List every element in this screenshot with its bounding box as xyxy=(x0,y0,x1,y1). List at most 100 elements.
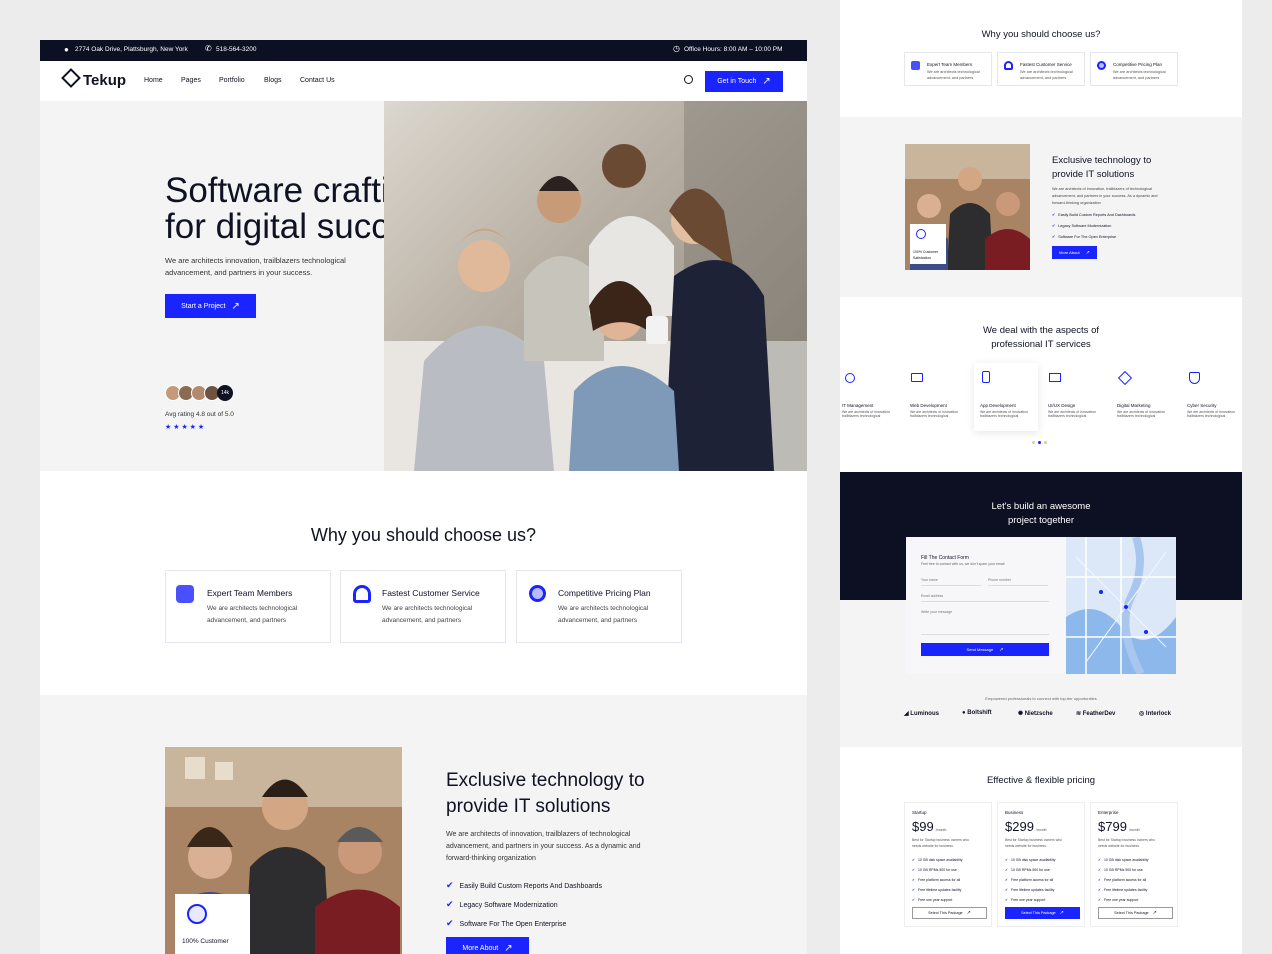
pricing-feature: ✔ Free lifetime updates facility xyxy=(912,888,961,892)
service-card-active[interactable]: App Development We are architects of inn… xyxy=(974,363,1038,431)
service-desc: We are architects of innovation trailbla… xyxy=(1117,410,1165,418)
service-card[interactable]: IT Management We are architects of innov… xyxy=(840,365,902,429)
choose-title-small: Why you should choose us? xyxy=(981,29,1101,40)
plan-name: Startup xyxy=(912,810,927,815)
nav-blogs[interactable]: Blogs xyxy=(264,77,282,84)
choose-section-small: Why you should choose us? Expert Team Me… xyxy=(840,0,1242,117)
service-desc: We are architects of innovation trailbla… xyxy=(1048,410,1096,418)
left-page: ● 2774 Oak Drive, Plattsburgh, New York … xyxy=(40,40,807,954)
get-in-touch-label: Get in Touch xyxy=(717,78,757,85)
choose-card[interactable]: Fastest Customer Service We are architec… xyxy=(340,570,506,643)
about-bullet-small: ✔ Legacy Software Modernization xyxy=(1052,223,1111,228)
select-package-button[interactable]: Select This Package ↗ xyxy=(1098,907,1173,919)
carousel-dot[interactable] xyxy=(1044,441,1047,444)
feature-text: 10 GB RPMs 500 for use xyxy=(1103,868,1143,872)
pricing-section: Effective & flexible pricing Startup $99… xyxy=(840,747,1242,954)
card-title: Fastest Customer Service xyxy=(382,588,480,598)
team-icon xyxy=(911,61,920,70)
bullet-text: Legacy Software Modernization xyxy=(1058,224,1112,228)
service-card[interactable]: Cyber Security We are architects of inno… xyxy=(1185,365,1242,429)
about-section-small: 100% Customer Satisfaction Exclusive tec… xyxy=(840,117,1242,297)
select-package-button[interactable]: Select This Package ↗ xyxy=(1005,907,1080,919)
nav-home[interactable]: Home xyxy=(144,77,163,84)
logo-text[interactable]: Tekup xyxy=(83,72,126,89)
nav-portfolio[interactable]: Portfolio xyxy=(219,77,245,84)
contact-form: Fill The Contact Form Feel free to conta… xyxy=(906,537,1066,674)
service-card[interactable]: Web Development We are architects of inn… xyxy=(908,365,970,429)
pricing-card: Startup $99/month Best for Startup busin… xyxy=(904,802,992,927)
pricing-feature: ✔ Free lifetime updates facility xyxy=(1005,888,1054,892)
feature-text: Free platform access for all xyxy=(1103,878,1147,882)
carousel-dot-active[interactable] xyxy=(1038,441,1041,444)
card-desc: advancement, and partners xyxy=(207,617,287,624)
check-icon: ✔ xyxy=(1052,235,1056,239)
feature-text: 10 GB disk space availability xyxy=(1010,858,1056,862)
bullet-text: Legacy Software Modernization xyxy=(459,902,558,909)
check-icon: ✔ xyxy=(1005,898,1008,902)
price-icon xyxy=(1097,61,1106,70)
feature-text: Free one year support xyxy=(1010,898,1046,902)
carousel-dot[interactable] xyxy=(1032,441,1035,444)
choose-card-small[interactable]: Expert Team Members We are architects te… xyxy=(904,52,992,86)
start-project-button[interactable]: Start a Project ↗ xyxy=(165,294,256,318)
service-name: App Development xyxy=(980,403,1016,408)
card-desc: We are architects technological xyxy=(382,605,473,612)
form-subtitle: Feel free to contact with us, we don't s… xyxy=(921,562,1005,566)
map-illustration xyxy=(1066,537,1176,674)
more-about-button-small[interactable]: More About ↗ xyxy=(1052,246,1097,259)
partner-logo: ≋ FeatherDev xyxy=(1076,710,1115,717)
nav-pages[interactable]: Pages xyxy=(181,77,201,84)
bullet-text: Software For The Open Enterprise xyxy=(1058,235,1117,239)
service-desc: We are architects of innovation trailbla… xyxy=(1187,410,1235,418)
pricing-feature: ✔ 10 GB RPMs 500 for use xyxy=(1098,868,1143,872)
plan-price: $799/month xyxy=(1098,818,1140,836)
about-title-1: Exclusive technology to xyxy=(446,770,645,791)
check-icon: ✔ xyxy=(446,880,454,890)
name-field[interactable]: Your name xyxy=(921,578,981,586)
email-field[interactable]: Email address xyxy=(921,594,1049,602)
card-desc: We are architects technological xyxy=(927,70,980,74)
send-message-button[interactable]: Send Message ↗ xyxy=(921,643,1049,656)
design-icon xyxy=(1049,373,1061,382)
about-title-small: Exclusive technology to xyxy=(1052,155,1152,166)
choose-title: Why you should choose us? xyxy=(310,525,537,545)
message-field[interactable]: Write your message xyxy=(921,610,1049,635)
more-about-button[interactable]: More About ↗ xyxy=(446,937,529,954)
carousel-dots[interactable] xyxy=(1032,441,1052,445)
web-icon xyxy=(911,373,923,382)
choose-card[interactable]: Expert Team Members We are architects te… xyxy=(165,570,331,643)
choose-card[interactable]: Competitive Pricing Plan We are architec… xyxy=(516,570,682,643)
choose-card-small[interactable]: Competitive Pricing Plan We are architec… xyxy=(1090,52,1178,86)
badge-text: Satisfaction xyxy=(913,256,932,260)
phone-field[interactable]: Phone number xyxy=(988,578,1048,586)
feature-text: Free one year support xyxy=(917,898,953,902)
contact-map[interactable] xyxy=(1066,537,1176,674)
service-card[interactable]: Digital Marketing We are architects of i… xyxy=(1115,365,1177,429)
choose-card-small[interactable]: Fastest Customer Service We are architec… xyxy=(997,52,1085,86)
card-desc: We are architects technological xyxy=(207,605,298,612)
about-title-small: provide IT solutions xyxy=(1052,169,1135,180)
partner-name: FeatherDev xyxy=(1082,711,1116,717)
feature-text: Free lifetime updates facility xyxy=(917,888,962,892)
check-icon: ✔ xyxy=(1098,868,1101,872)
get-in-touch-button[interactable]: Get in Touch ↗ xyxy=(705,71,783,92)
search-icon[interactable] xyxy=(684,75,693,84)
hours-text: Office Hours: 8:00 AM – 10:00 PM xyxy=(684,46,783,53)
plan-desc: needs website for business. xyxy=(912,844,954,848)
about-bullet: ✔ Software For The Open Enterprise xyxy=(446,918,566,929)
top-bar: ● 2774 Oak Drive, Plattsburgh, New York … xyxy=(40,40,807,61)
service-name: Cyber Security xyxy=(1187,403,1217,408)
nav-contact[interactable]: Contact Us xyxy=(300,77,335,84)
card-title: Competitive Pricing Plan xyxy=(1113,62,1163,67)
clock-icon: ◷ xyxy=(673,44,680,53)
service-card[interactable]: UI/UX Design We are architects of innova… xyxy=(1046,365,1108,429)
about-title-2: provide IT solutions xyxy=(446,796,611,817)
arrow-icon: ↗ xyxy=(762,76,771,87)
team-icon xyxy=(176,585,194,603)
select-package-button[interactable]: Select This Package ↗ xyxy=(912,907,987,919)
about-desc: We are architects of innovation, trailbl… xyxy=(446,831,631,838)
card-title: Expert Team Members xyxy=(927,62,973,67)
partner-name: Nietzsche xyxy=(1024,711,1053,717)
plan-desc: Best for Startup business owners who xyxy=(1005,838,1062,842)
phone-text[interactable]: 518-564-3200 xyxy=(216,46,256,53)
